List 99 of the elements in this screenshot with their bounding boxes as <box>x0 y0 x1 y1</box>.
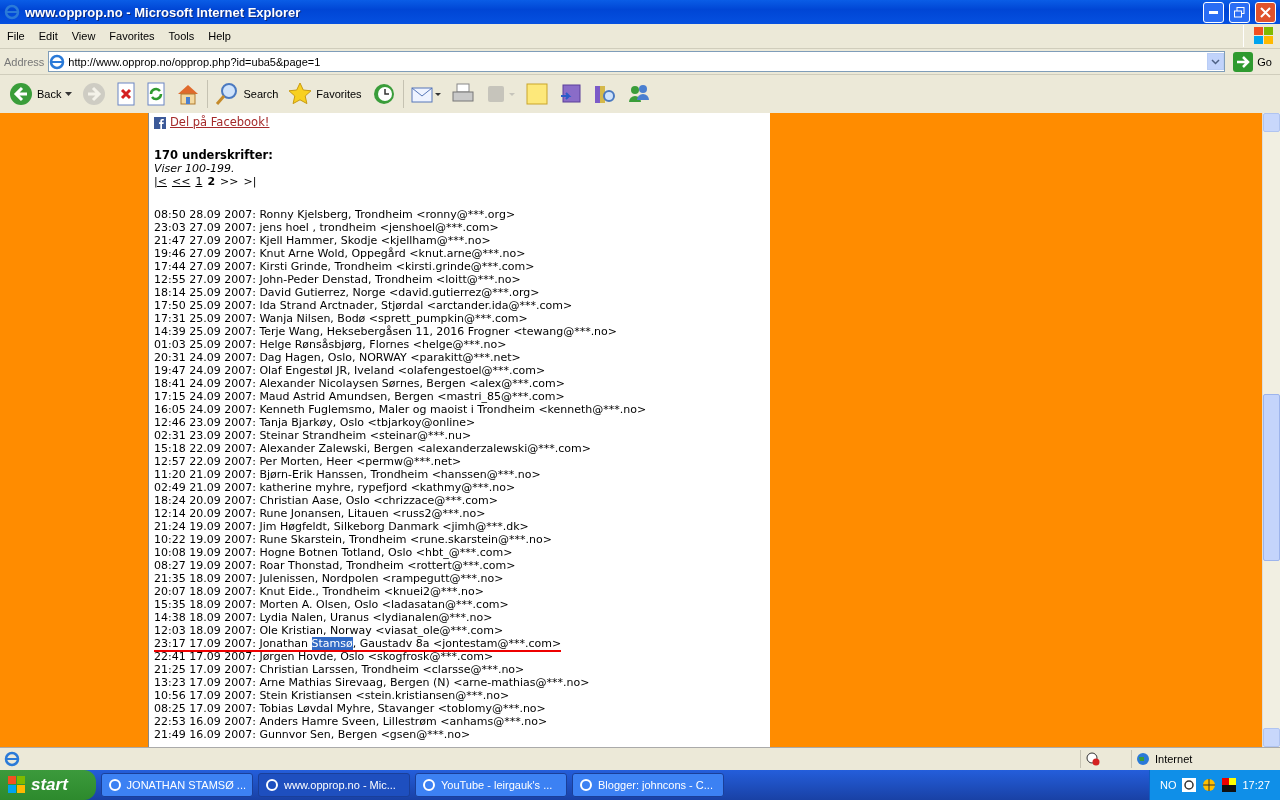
minimize-button[interactable] <box>1203 1 1224 23</box>
signature-line: 10:56 17.09 2007: Stein Kristiansen <stein.kristiansen@***.no> <box>154 689 510 702</box>
pager-link[interactable]: << <box>171 175 191 188</box>
signature-line: 23:03 27.09 2007: jens hoel , trondheim <jenshoel@***.com> <box>154 221 499 234</box>
caret-icon <box>65 92 73 96</box>
menu-item[interactable]: Edit <box>31 30 65 42</box>
network-icon[interactable] <box>1202 778 1217 792</box>
browser-icon <box>108 778 122 792</box>
address-field[interactable]: http://www.opprop.no/opprop.php?id=uba5&page=1 <box>48 51 1226 72</box>
signature-line: 08:50 28.09 2007: Ronny Kjelsberg, Trondheim <ronny@***.org> <box>154 208 516 221</box>
browser-icon <box>4 751 20 767</box>
stop-icon <box>116 82 137 106</box>
zone-label: Internet <box>1155 753 1193 765</box>
caret-icon <box>1211 58 1221 65</box>
signature-line: 17:44 27.09 2007: Kirsti Grinde, Trondheim <kirsti.grinde@***.com> <box>154 260 535 273</box>
browser-icon <box>422 778 436 792</box>
restore-button[interactable] <box>1229 1 1250 23</box>
signature-line: 10:22 19.09 2007: Rune Skarstein, Trondheim <rune.skarstein@***.no> <box>154 533 552 546</box>
signature-line: 22:53 16.09 2007: Anders Hamre Sveen, Lillestrøm <anhams@***.no> <box>154 715 548 728</box>
signature-line: 12:03 18.09 2007: Ole Kristian, Norway <viasat_ole@***.com> <box>154 624 504 637</box>
current-page[interactable]: 2 <box>207 175 216 188</box>
signature-line: 21:49 16.09 2007: Gunnvor Sen, Bergen <gsen@***.no> <box>154 728 471 741</box>
signature-line: 01:03 25.09 2007: Helge Rønsåsbjørg, Flornes <helge@***.no> <box>154 338 507 351</box>
taskbar-button[interactable]: JONATHAN STAMSØ ... <box>101 773 253 797</box>
browser-icon <box>49 53 66 70</box>
signature-line: 08:27 19.09 2007: Roar Thonstad, Trondheim <rottert@***.com> <box>154 559 516 572</box>
signature-line: 14:39 25.09 2007: Terje Wang, Heksebergåsen 11, 2016 Frogner <tewang@***.no> <box>154 325 618 338</box>
minimize-icon <box>1209 10 1218 14</box>
signature-line: 02:49 21.09 2007: katherine myhre, rypefjord <kathmy@***.no> <box>154 481 516 494</box>
go-button[interactable]: Go <box>1229 51 1276 72</box>
signature-line: 15:18 22.09 2007: Alexander Zalewski, Bergen <alexanderzalewski@***.com> <box>154 442 591 455</box>
signature-line: 11:20 21.09 2007: Bjørn-Erik Hanssen, Trondheim <hanssen@***.no> <box>154 468 541 481</box>
facebook-share-link[interactable]: Del på Facebook! <box>170 116 270 129</box>
restore-icon <box>1234 6 1245 18</box>
signature-line: 23:17 17.09 2007: Jonathan Stamsø, Gaustadv 8a <jontestam@***.com> <box>154 637 562 652</box>
pager-link[interactable]: |< <box>154 175 167 188</box>
taskbar-button[interactable]: www.opprop.no - Mic... <box>258 773 410 797</box>
browser-icon <box>265 778 279 792</box>
signature-line: 15:35 18.09 2007: Morten A. Olsen, Oslo <ladasatan@***.com> <box>154 598 509 611</box>
signature-line: 12:55 27.09 2007: John-Peder Denstad, Trondheim <loitt@***.no> <box>154 273 521 286</box>
signature-line: 18:14 25.09 2007: David Gutierrez, Norge <david.gutierrez@***.org> <box>154 286 540 299</box>
browser-icon <box>4 4 20 20</box>
menu-item[interactable]: View <box>64 30 103 42</box>
close-icon <box>1260 6 1271 18</box>
menu-item[interactable]: Help <box>201 30 238 42</box>
globe-icon <box>1136 752 1150 766</box>
search-icon <box>215 82 240 106</box>
signature-line: 21:25 17.09 2007: Christian Larssen, Trondheim <clarsse@***.no> <box>154 663 525 676</box>
signature-line: 18:24 20.09 2007: Christian Aase, Oslo <chrizzace@***.com> <box>154 494 498 507</box>
signature-line: 12:46 23.09 2007: Tanja Bjarkøy, Oslo <tbjarkoy@online> <box>154 416 476 429</box>
signature-line: 17:50 25.09 2007: Ida Strand Arctnader, Stjørdal <arctander.ida@***.com> <box>154 299 573 312</box>
pager-link[interactable]: 1 <box>195 175 203 188</box>
signature-line: 14:38 18.09 2007: Lydia Nalen, Uranus <lydianalen@***.no> <box>154 611 493 624</box>
signature-line: 21:24 19.09 2007: Jim Høgfeldt, Silkeborg Danmark <jimh@***.dk> <box>154 520 529 533</box>
signature-line: 08:25 17.09 2007: Tobias Løvdal Myhre, Stavanger <toblomy@***.no> <box>154 702 546 715</box>
signature-line: 20:07 18.09 2007: Knut Eide., Trondheim <knuei2@***.no> <box>154 585 484 598</box>
signature-line: 18:41 24.09 2007: Alexander Nicolaysen Sørnes, Bergen <alex@***.com> <box>154 377 566 390</box>
signature-line: 16:05 24.09 2007: Kenneth Fuglemsmo, Maler og maoist i Trondheim <kenneth@***.no> <box>154 403 647 416</box>
signature-line: 19:47 24.09 2007: Olaf Engestøl JR, Iveland <olafengestoel@***.com> <box>154 364 546 377</box>
star-icon <box>288 82 313 106</box>
window-title: www.opprop.no - Microsoft Internet Explorer <box>25 4 302 20</box>
address-label: Address <box>4 55 45 68</box>
menu-item[interactable]: Favorites <box>102 30 162 42</box>
taskbar-button[interactable]: Blogger: johncons - C... <box>572 773 724 797</box>
scrollbar[interactable] <box>1262 113 1280 747</box>
back-button[interactable]: Back <box>6 77 76 111</box>
signature-line: 17:15 24.09 2007: Maud Astrid Amundsen, Bergen <mastri_85@***.com> <box>154 390 565 403</box>
signature-line: 17:31 25.09 2007: Wanja Nilsen, Bodø <sprett_pumpkin@***.com> <box>154 312 528 325</box>
refresh-icon <box>146 82 167 106</box>
clock: 17:27 <box>1242 779 1270 791</box>
browser-icon <box>579 778 593 792</box>
range-text: Viser 100-199. <box>154 162 236 175</box>
menu-item[interactable]: File <box>0 30 32 42</box>
menu-item[interactable]: Tools <box>161 30 202 42</box>
messenger-icon <box>558 82 583 106</box>
signature-line: 21:47 27.09 2007: Kjell Hammer, Skodje <kjellham@***.no> <box>154 234 491 247</box>
signature-line: 20:31 24.09 2007: Dag Hagen, Oslo, NORWAY <parakitt@***.net> <box>154 351 521 364</box>
dropdown-button[interactable] <box>1207 53 1225 70</box>
signature-line: 12:14 20.09 2007: Rune Jonansen, Litauen <russ2@***.no> <box>154 507 486 520</box>
signature-line: 22:41 17.09 2007: Jørgen Hovde, Oslo <skogfrosk@***.com> <box>154 650 494 663</box>
start-button[interactable]: start <box>0 770 96 800</box>
signature-line: 19:46 27.09 2007: Knut Arne Wold, Oppegård <knut.arne@***.no> <box>154 247 526 260</box>
signature-line: 21:35 18.09 2007: Julenissen, Nordpolen <rampegutt@***.no> <box>154 572 504 585</box>
signature-line: 13:23 17.09 2007: Arne Mathias Sirevaag, Bergen (N) <arne-mathias@***.no> <box>154 676 590 689</box>
signature-line: 02:31 23.09 2007: Steinar Strandheim <steinar@***.nu> <box>154 429 472 442</box>
note-icon <box>524 82 549 106</box>
windows-logo-icon <box>8 776 26 794</box>
blocked-icon <box>1085 752 1101 766</box>
signature-line: 10:08 19.09 2007: Hogne Botnen Totland, Oslo <hbt_@***.com> <box>154 546 513 559</box>
search-button[interactable]: Search <box>212 77 282 111</box>
close-button[interactable] <box>1255 1 1276 23</box>
history-icon <box>371 82 396 106</box>
signature-count-heading: 170 underskrifter: <box>154 149 274 162</box>
favorites-button[interactable]: Favorites <box>285 77 365 111</box>
facebook-icon <box>154 116 166 129</box>
pager-link[interactable]: >> <box>220 175 239 188</box>
signature-line: 12:57 22.09 2007: Per Morten, Heer <permw@***.net> <box>154 455 462 468</box>
pager-link[interactable]: >| <box>243 175 257 188</box>
taskbar-button[interactable]: YouTube - leirgauk's ... <box>415 773 567 797</box>
